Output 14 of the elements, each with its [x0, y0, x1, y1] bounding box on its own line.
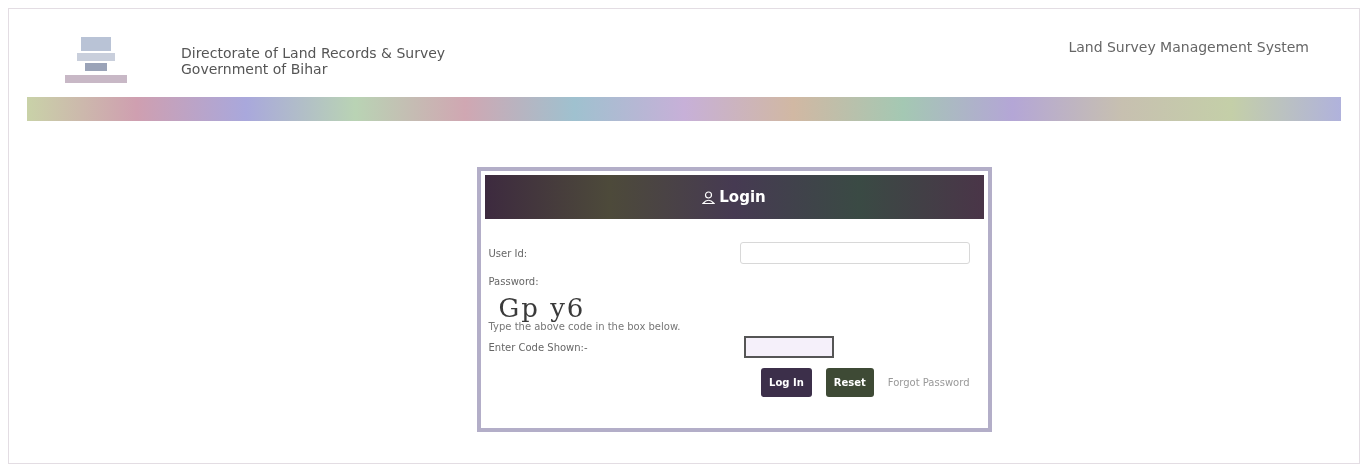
login-title: Login	[719, 188, 766, 206]
login-button[interactable]: Log In	[761, 368, 812, 397]
code-input-field[interactable]	[743, 336, 834, 358]
field-label: Password:	[488, 275, 539, 287]
government-name: Government of Bihar	[181, 61, 329, 77]
field-label: Enter Code Shown:-	[488, 341, 589, 353]
captcha-image: Gp y6	[498, 295, 586, 321]
user-icon	[702, 190, 716, 204]
org-name: Directorate of Land Records & Survey	[181, 45, 446, 61]
input-field[interactable]	[739, 242, 970, 264]
reset-button[interactable]: Reset	[825, 368, 874, 397]
field-label: User Id:	[488, 247, 528, 259]
system-title: Land Survey Management System	[1068, 39, 1309, 55]
captcha-hint: Type the above code in the box below.	[488, 321, 682, 332]
